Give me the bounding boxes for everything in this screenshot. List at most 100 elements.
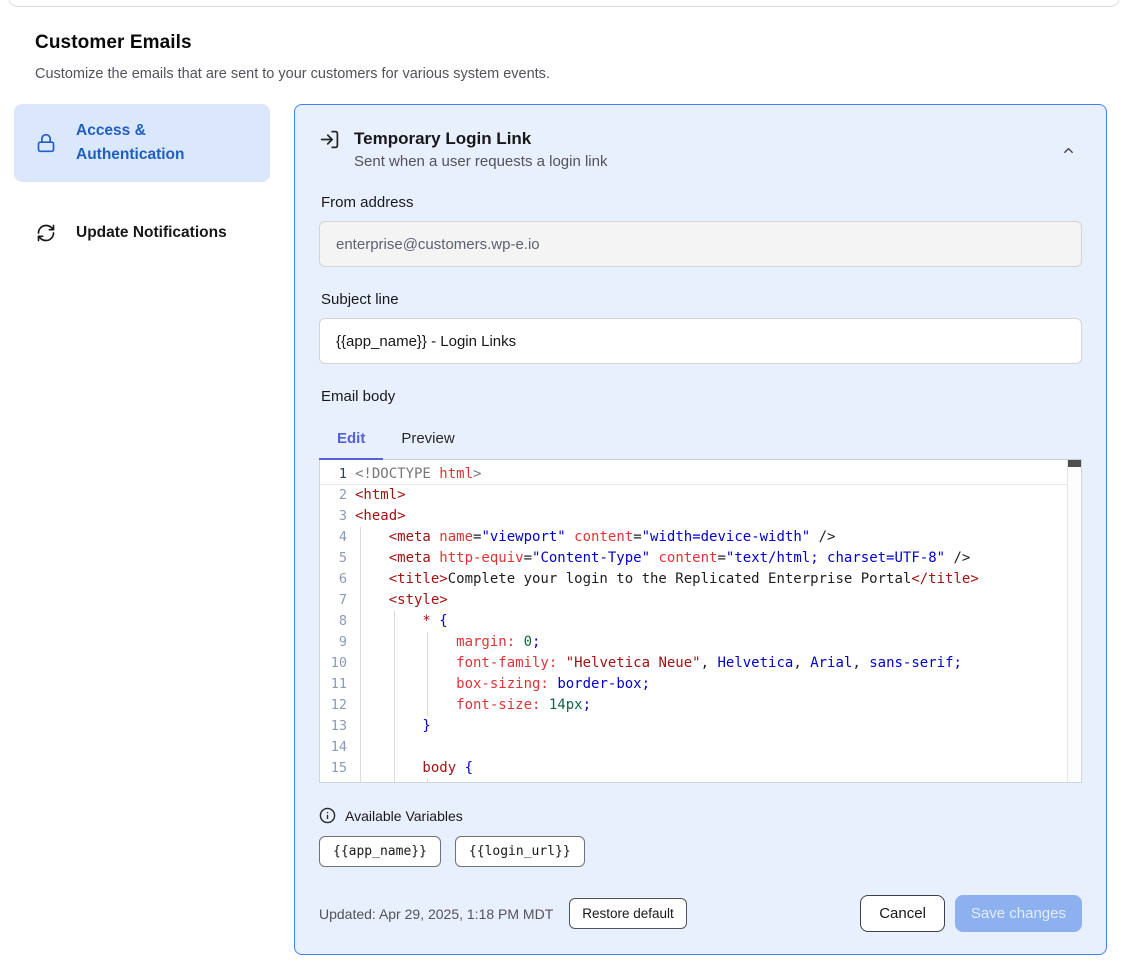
code-content: margin: 0; <box>347 632 1081 653</box>
indent-guide <box>360 758 361 779</box>
code-content: <meta http-equiv="Content-Type" content=… <box>347 548 1081 569</box>
subject-line-input[interactable] <box>319 318 1082 364</box>
line-number: 12 <box>320 695 347 716</box>
panel-footer: Updated: Apr 29, 2025, 1:18 PM MDT Resto… <box>319 895 1082 932</box>
line-number: 8 <box>320 611 347 632</box>
info-icon <box>319 807 336 824</box>
page-subtitle: Customize the emails that are sent to yo… <box>35 66 1093 82</box>
code-content: box-sizing: border-box; <box>347 674 1081 695</box>
code-content: body { <box>347 758 1081 779</box>
editor-line[interactable]: 7 <style> <box>320 590 1081 611</box>
editor-line[interactable]: 13 } <box>320 716 1081 737</box>
indent-guide <box>427 632 428 653</box>
editor-line[interactable]: 2<html> <box>320 485 1081 506</box>
indent-guide <box>394 737 395 758</box>
editor-line[interactable]: 9 margin: 0; <box>320 632 1081 653</box>
indent-guide <box>427 653 428 674</box>
indent-guide <box>360 737 361 758</box>
editor-scrollbar[interactable] <box>1067 460 1081 782</box>
indent-guide <box>360 632 361 653</box>
page-title: Customer Emails <box>35 32 1093 54</box>
variable-chips: {{app_name}} {{login_url}} <box>319 836 1082 867</box>
subject-line-label: Subject line <box>321 291 1082 308</box>
available-variables-label: Available Variables <box>345 808 463 824</box>
line-number: 7 <box>320 590 347 611</box>
indent-guide <box>360 674 361 695</box>
indent-guide <box>427 695 428 716</box>
variable-chip[interactable]: {{app_name}} <box>319 836 441 867</box>
editor-line[interactable]: 4 <meta name="viewport" content="width=d… <box>320 527 1081 548</box>
editor-tabbar: EditPreview <box>319 421 1082 460</box>
line-number: 4 <box>320 527 347 548</box>
editor-line[interactable]: 14 <box>320 737 1081 758</box>
refresh-icon <box>36 223 56 243</box>
editor-line[interactable]: 16 background-color: #f6f6f6; <box>320 779 1081 783</box>
editor-line[interactable]: 6 <title>Complete your login to the Repl… <box>320 569 1081 590</box>
editor-scrollbar-thumb[interactable] <box>1068 460 1081 467</box>
email-body-label: Email body <box>321 388 1082 405</box>
code-content: <style> <box>347 590 1081 611</box>
line-number: 14 <box>320 737 347 758</box>
code-content: <head> <box>347 506 1081 527</box>
page-header: Customer Emails Customize the emails tha… <box>0 0 1128 82</box>
restore-default-button[interactable]: Restore default <box>569 898 687 929</box>
code-content: * { <box>347 611 1081 632</box>
line-number: 16 <box>320 779 347 783</box>
indent-guide <box>394 674 395 695</box>
code-content: } <box>347 716 1081 737</box>
code-content: background-color: #f6f6f6; <box>347 779 1081 783</box>
editor-line[interactable]: 1<!DOCTYPE html> <box>320 464 1081 485</box>
indent-guide <box>394 695 395 716</box>
indent-guide <box>427 674 428 695</box>
indent-guide <box>360 779 361 783</box>
tab-edit[interactable]: Edit <box>319 421 383 459</box>
line-number: 5 <box>320 548 347 569</box>
collapse-button[interactable] <box>1055 137 1082 167</box>
line-number: 3 <box>320 506 347 527</box>
indent-guide <box>394 758 395 779</box>
indent-guide <box>360 569 361 590</box>
line-number: 6 <box>320 569 347 590</box>
save-changes-button[interactable]: Save changes <box>955 895 1082 932</box>
sidebar-item-label: Access & Authentication <box>76 119 254 167</box>
indent-guide <box>360 590 361 611</box>
line-number: 2 <box>320 485 347 506</box>
editor-line[interactable]: 5 <meta http-equiv="Content-Type" conten… <box>320 548 1081 569</box>
editor-line[interactable]: 15 body { <box>320 758 1081 779</box>
line-number: 10 <box>320 653 347 674</box>
code-content: <meta name="viewport" content="width=dev… <box>347 527 1081 548</box>
sidebar-item-update-notifications[interactable]: Update Notifications <box>14 206 270 260</box>
panel-title: Temporary Login Link <box>354 129 1041 149</box>
sidebar-item-label: Update Notifications <box>76 221 227 245</box>
from-address-label: From address <box>321 194 1082 211</box>
line-number: 13 <box>320 716 347 737</box>
code-content: <html> <box>347 485 1081 506</box>
editor-line[interactable]: 8 * { <box>320 611 1081 632</box>
previous-card-bottom-edge <box>8 0 1120 7</box>
indent-guide <box>394 779 395 783</box>
tab-preview[interactable]: Preview <box>383 421 472 459</box>
indent-guide <box>360 611 361 632</box>
indent-guide <box>394 716 395 737</box>
editor-line[interactable]: 11 box-sizing: border-box; <box>320 674 1081 695</box>
indent-guide <box>360 548 361 569</box>
from-address-input[interactable] <box>319 221 1082 267</box>
indent-guide <box>360 695 361 716</box>
indent-guide <box>427 779 428 783</box>
indent-guide <box>360 653 361 674</box>
updated-timestamp: Updated: Apr 29, 2025, 1:18 PM MDT <box>319 906 553 922</box>
panel-header: Temporary Login Link Sent when a user re… <box>319 129 1082 170</box>
editor-line[interactable]: 10 font-family: "Helvetica Neue", Helvet… <box>320 653 1081 674</box>
available-variables-row: Available Variables <box>319 807 1082 824</box>
cancel-button[interactable]: Cancel <box>860 895 945 932</box>
email-settings-card: Temporary Login Link Sent when a user re… <box>294 104 1107 955</box>
code-content: font-size: 14px; <box>347 695 1081 716</box>
variable-chip[interactable]: {{login_url}} <box>455 836 585 867</box>
sidebar-item-access-authentication[interactable]: Access & Authentication <box>14 104 270 182</box>
code-editor[interactable]: 1<!DOCTYPE html>2<html>3<head>4 <meta na… <box>319 460 1082 783</box>
line-number: 11 <box>320 674 347 695</box>
editor-line[interactable]: 3<head> <box>320 506 1081 527</box>
indent-guide <box>394 611 395 632</box>
indent-guide <box>394 632 395 653</box>
editor-line[interactable]: 12 font-size: 14px; <box>320 695 1081 716</box>
